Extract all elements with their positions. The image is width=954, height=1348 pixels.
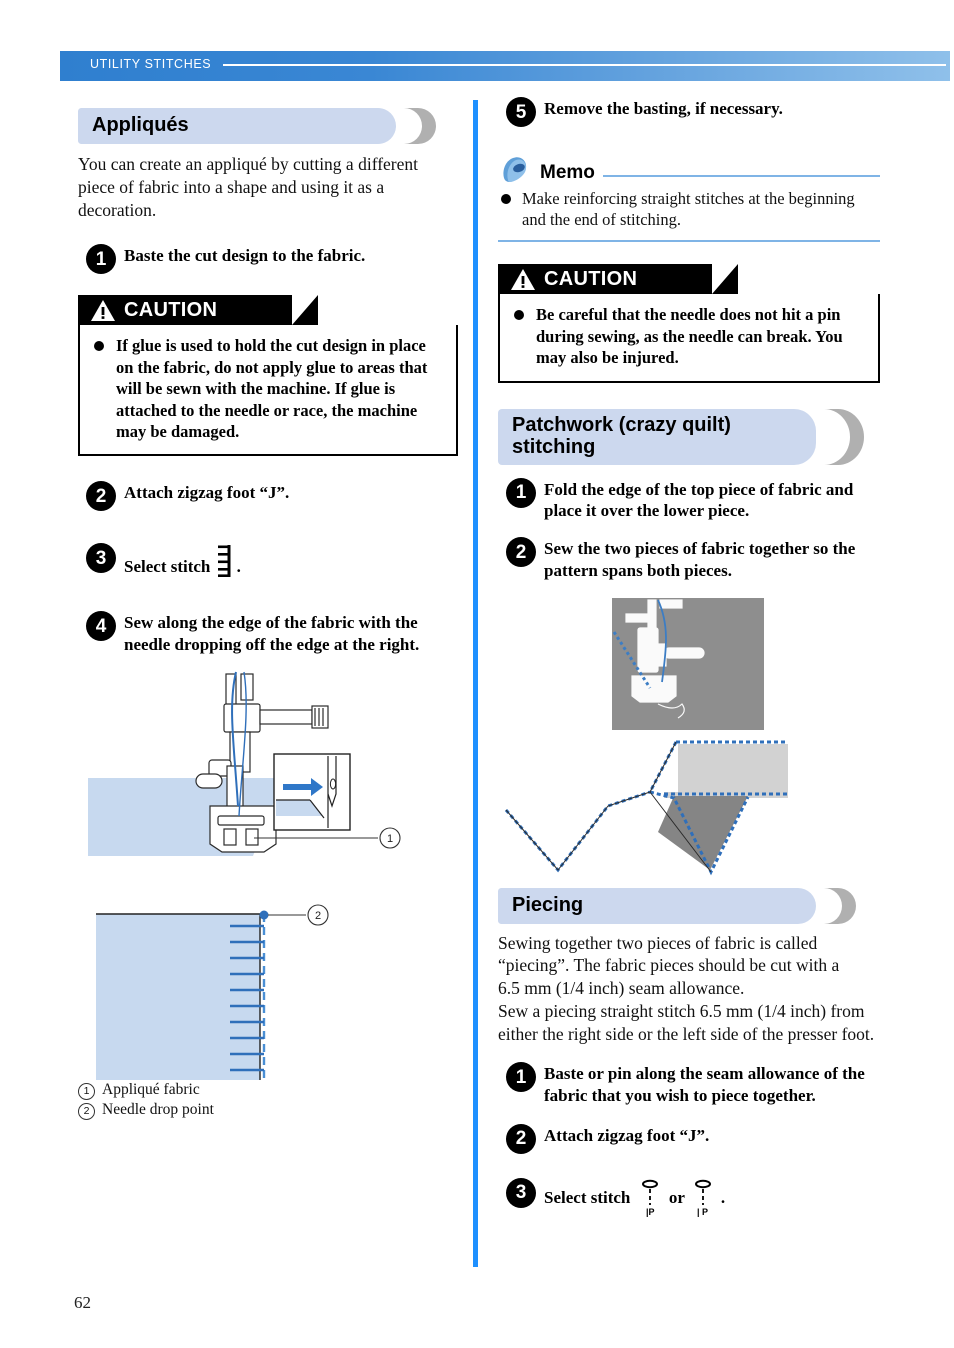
step-number: 1: [506, 1062, 536, 1093]
step-text-after: .: [236, 557, 241, 577]
step-text: Attach zigzag foot “J”.: [124, 483, 290, 503]
step-number: 3: [506, 1177, 536, 1208]
piecing-stitch-left-label: |P: [646, 1207, 655, 1217]
step-number: 2: [506, 537, 536, 568]
patchwork-step-2: 2 Sew the two pieces of fabric together …: [498, 537, 880, 582]
memo-item: Make reinforcing straight stitches at th…: [498, 188, 880, 230]
piecing-intro-line5: either the right side or the left side o…: [498, 1023, 875, 1044]
memo-rule-bottom: [498, 240, 880, 243]
patchwork-step-1: 1 Fold the edge of the top piece of fabr…: [498, 477, 880, 523]
caution-header: CAUTION: [78, 295, 318, 326]
step-text-before: Select stitch: [544, 1187, 631, 1207]
edge-stitch-illustration: 2: [96, 904, 329, 1080]
blanket-stitch-icon: [217, 545, 231, 578]
memo-block: Memo Make reinforcing straight stitches …: [498, 156, 880, 243]
step-text-after: .: [720, 1187, 726, 1207]
section-header-crescent-icon: [404, 108, 436, 144]
caution-body: Be careful that the needle does not hit …: [498, 294, 880, 383]
step-5: 5 Remove the basting, if necessary.: [498, 97, 880, 128]
caution-item: Be careful that the needle does not hit …: [512, 304, 866, 368]
piecing-intro-line3: 6.5 mm (1/4 inch) seam allowance.: [498, 978, 745, 999]
step-number: 3: [86, 543, 116, 574]
memo-bell-icon: [503, 157, 527, 182]
step-text: Attach zigzag foot “J”.: [544, 1125, 710, 1145]
applique-edge-stitch-figure: 2: [78, 902, 458, 1102]
step-text: Select stitch |P or | P .: [544, 1179, 880, 1217]
section-title-line2: stitching: [512, 436, 596, 459]
caution-header: CAUTION: [498, 264, 738, 295]
piecing-intro: Sewing together two pieces of fabric is …: [498, 932, 880, 1046]
step-text: Fold the edge of the top piece of fabric…: [544, 479, 854, 521]
section-title-line1: Patchwork (crazy quilt): [512, 413, 731, 436]
presser-foot-applique-figure: 1: [78, 666, 458, 896]
piecing-stitch-right-label: | P: [697, 1207, 708, 1217]
caution-body: If glue is used to hold the cut design i…: [78, 325, 458, 457]
section-header-bar: Piecing: [498, 887, 816, 924]
step-text: Sew the two pieces of fabric together so…: [544, 539, 856, 580]
step-2: 2 Attach zigzag foot “J”.: [78, 481, 458, 512]
step-number: 1: [506, 477, 536, 508]
caution-box-applique: CAUTION If glue is used to hold the cut …: [78, 295, 458, 457]
caption-text: Needle drop point: [102, 1101, 214, 1119]
left-column: Appliqués You can create an appliqué by …: [78, 108, 458, 1121]
step-number: 5: [506, 97, 536, 127]
piecing-stitch-right-icon: | P: [694, 1179, 711, 1217]
presser-foot-illustration: 1: [88, 671, 401, 856]
piecing-intro-line2: “piecing”. The fabric pieces should be c…: [498, 955, 840, 976]
section-patchwork: Patchwork (crazy quilt) stitching: [498, 408, 880, 465]
memo-title: Memo: [540, 162, 595, 183]
step-4: 4 Sew along the edge of the fabric with …: [78, 611, 458, 656]
piecing-conjunction: or: [668, 1187, 685, 1207]
section-title: Appliqués: [92, 114, 189, 137]
running-header-label: UTILITY STITCHES: [90, 57, 212, 71]
step-text: Baste or pin along the seam allowance of…: [544, 1064, 865, 1106]
right-column: 5 Remove the basting, if necessary. Memo…: [498, 97, 880, 1217]
memo-header: Memo: [498, 156, 880, 184]
step-text: Baste the cut design to the fabric.: [124, 246, 366, 266]
step-number: 2: [506, 1123, 536, 1154]
section-appliques: Appliqués: [78, 108, 458, 144]
piecing-step-3: 3 Select stitch |P or | P .: [498, 1177, 880, 1217]
caution-item: If glue is used to hold the cut design i…: [92, 335, 444, 442]
caption-row: 2 Needle drop point: [78, 1100, 458, 1121]
piecing-intro-line1: Sewing together two pieces of fabric is …: [498, 932, 818, 953]
section-header-bar: Patchwork (crazy quilt) stitching: [498, 408, 816, 465]
section-title: Piecing: [512, 893, 584, 916]
step-3: 3 Select stitch .: [78, 543, 458, 578]
applique-intro-text: You can create an appliqué by cutting a …: [78, 154, 419, 220]
caption-marker: 2: [78, 1103, 95, 1121]
callout-1-label: 1: [387, 833, 393, 845]
piecing-step-1: 1 Baste or pin along the seam allowance …: [498, 1062, 880, 1107]
memo-rule-top: [602, 175, 880, 177]
running-header-rule: [223, 64, 946, 66]
caution-title: CAUTION: [124, 298, 218, 321]
patchwork-stitching-figure: [498, 592, 880, 882]
piecing-stitch-left-icon: |P: [641, 1179, 658, 1217]
step-text-before: Select stitch: [124, 557, 211, 577]
page-number: 62: [74, 1293, 91, 1312]
section-header-crescent-icon: [824, 887, 856, 924]
step-text: Remove the basting, if necessary.: [544, 99, 783, 118]
step-1: 1 Baste the cut design to the fabric.: [78, 244, 458, 275]
column-divider: [473, 100, 478, 1267]
section-piecing: Piecing: [498, 887, 880, 924]
step-number: 1: [86, 244, 116, 275]
caution-box-piecing: CAUTION Be careful that the needle does …: [498, 264, 880, 383]
caution-title: CAUTION: [544, 267, 638, 290]
step-number: 4: [86, 611, 116, 642]
warning-triangle-icon: [511, 268, 535, 290]
piecing-intro-line4: Sew a piecing straight stitch 6.5 mm (1/…: [498, 1000, 865, 1021]
section-header-bar: Appliqués: [78, 108, 396, 144]
step-text: Sew along the edge of the fabric with th…: [124, 613, 420, 655]
step-text: Select stitch .: [124, 544, 458, 578]
running-header: UTILITY STITCHES: [60, 51, 950, 81]
patchwork-illustration: [504, 597, 788, 875]
piecing-step-2: 2 Attach zigzag foot “J”.: [498, 1123, 880, 1155]
section-title: Patchwork (crazy quilt) stitching: [512, 414, 731, 459]
step-number: 2: [86, 481, 116, 512]
warning-triangle-icon: [91, 299, 115, 321]
section-header-crescent-icon: [824, 408, 864, 465]
callout-2-label: 2: [315, 910, 321, 922]
